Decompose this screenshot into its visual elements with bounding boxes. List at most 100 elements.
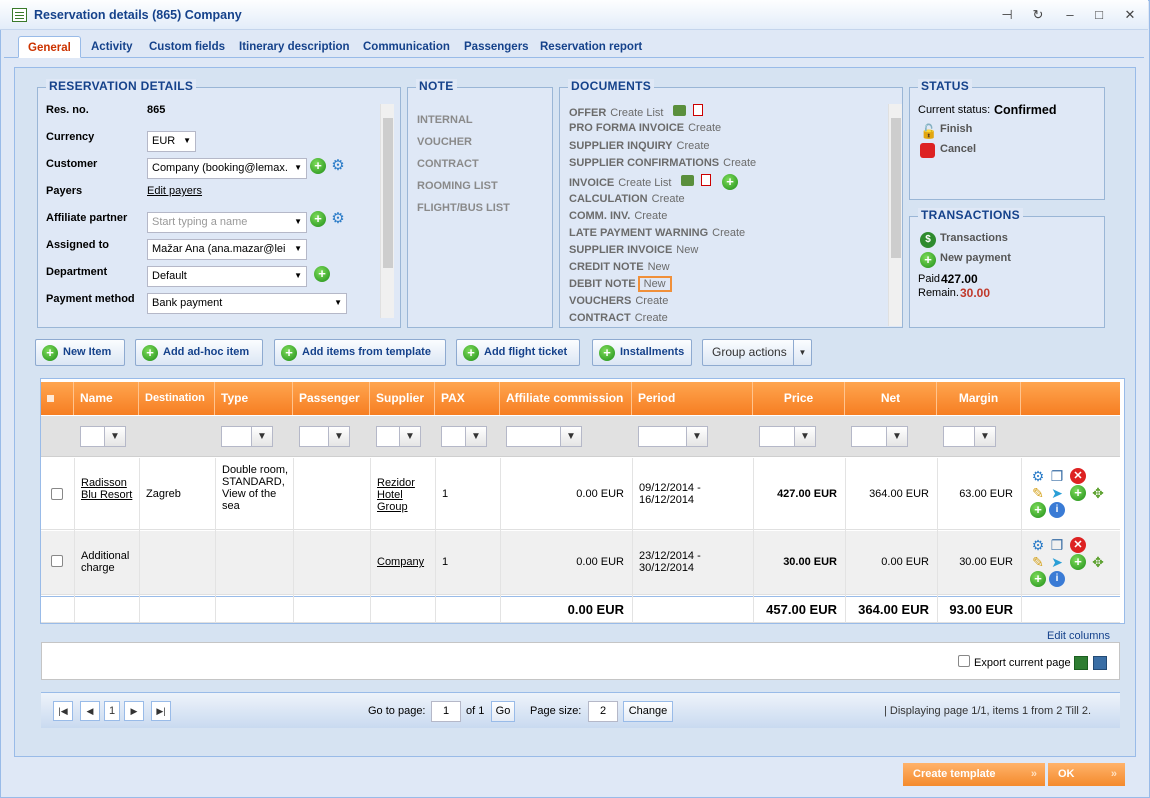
filter-margin-input[interactable] <box>943 426 975 447</box>
filter-price-input[interactable] <box>759 426 795 447</box>
col-margin[interactable]: Margin <box>937 382 1021 415</box>
doc-supplier-confirmations[interactable]: SUPPLIER CONFIRMATIONS Create <box>569 157 756 169</box>
filter-icon[interactable]: ▼ <box>974 426 996 447</box>
transactions-link[interactable]: Transactions <box>940 232 1008 244</box>
department-select[interactable]: Default ▼ <box>147 266 307 287</box>
filter-icon[interactable]: ▼ <box>686 426 708 447</box>
filter-pax-input[interactable] <box>441 426 466 447</box>
note-flight-bus-list[interactable]: FLIGHT/BUS LIST <box>417 202 510 214</box>
filter-icon[interactable]: ▼ <box>560 426 582 447</box>
edit-note-icon[interactable]: ✎ <box>1030 485 1046 501</box>
filter-name-input[interactable] <box>80 426 105 447</box>
currency-select[interactable]: EUR ▼ <box>147 131 196 152</box>
filter-net-input[interactable] <box>851 426 887 447</box>
pdf-icon[interactable] <box>700 174 711 186</box>
go-button[interactable]: Go <box>491 701 515 722</box>
filter-icon[interactable]: ▼ <box>328 426 350 447</box>
print-icon[interactable] <box>680 175 694 186</box>
item-supplier-link[interactable]: Rezidor Hotel Group <box>377 477 427 513</box>
tab-itinerary-description[interactable]: Itinerary description <box>230 36 359 58</box>
pdf-icon[interactable] <box>692 104 703 116</box>
copy-icon[interactable]: ❐ <box>1049 468 1065 484</box>
tab-general[interactable]: General <box>18 36 81 58</box>
forward-icon[interactable]: ➤ <box>1049 485 1065 501</box>
note-voucher[interactable]: VOUCHER <box>417 136 472 148</box>
col-name[interactable]: Name <box>74 382 139 415</box>
add-flight-ticket-button[interactable]: + Add flight ticket <box>456 339 580 366</box>
doc-late-payment-warning[interactable]: LATE PAYMENT WARNING Create <box>569 227 745 239</box>
last-page-button[interactable]: ▶| <box>151 701 171 721</box>
select-all-header[interactable] <box>41 382 74 415</box>
customer-select[interactable]: Company (booking@lemax. ▼ <box>147 158 307 179</box>
edit-payers-link[interactable]: Edit payers <box>147 185 202 197</box>
pin-icon[interactable]: ⊣ <box>999 7 1015 23</box>
item-supplier-link[interactable]: Company <box>377 556 424 568</box>
ok-button[interactable]: OK» <box>1048 763 1125 786</box>
goto-page-input[interactable]: 1 <box>431 701 461 722</box>
col-passenger[interactable]: Passenger <box>293 382 370 415</box>
move-icon[interactable]: ✥ <box>1090 485 1106 501</box>
close-icon[interactable]: ✕ <box>1122 7 1138 23</box>
add-service-icon[interactable]: + <box>1030 502 1046 518</box>
col-price[interactable]: Price <box>753 382 845 415</box>
first-page-button[interactable]: |◀ <box>53 701 73 721</box>
debit-note-new-link[interactable]: New <box>637 276 672 292</box>
tab-activity[interactable]: Activity <box>82 36 142 58</box>
add-subitem-icon[interactable]: + <box>1070 554 1086 570</box>
doc-invoice[interactable]: INVOICE Create List <box>569 174 711 189</box>
row-checkbox[interactable] <box>51 488 63 500</box>
copy-icon[interactable]: ❐ <box>1049 537 1065 553</box>
filter-period-input[interactable] <box>638 426 687 447</box>
affiliate-settings-gear-icon[interactable]: ⚙ <box>330 211 346 227</box>
note-internal[interactable]: INTERNAL <box>417 114 473 126</box>
assigned-select[interactable]: Mažar Ana (ana.mazar@lei ▼ <box>147 239 307 260</box>
filter-type-input[interactable] <box>221 426 252 447</box>
col-pax[interactable]: PAX <box>435 382 500 415</box>
payment-method-select[interactable]: Bank payment ▼ <box>147 293 347 314</box>
maximize-icon[interactable]: □ <box>1091 7 1107 23</box>
move-icon[interactable]: ✥ <box>1090 554 1106 570</box>
doc-calculation[interactable]: CALCULATION Create <box>569 193 685 205</box>
filter-icon[interactable]: ▼ <box>104 426 126 447</box>
doc-debit-note[interactable]: DEBIT NOTE New <box>569 276 672 292</box>
create-template-button[interactable]: Create template» <box>903 763 1045 786</box>
minimize-icon[interactable]: – <box>1062 7 1078 23</box>
tab-custom-fields[interactable]: Custom fields <box>140 36 234 58</box>
installments-button[interactable]: + Installments <box>592 339 692 366</box>
group-actions-button[interactable]: Group actions ▼ <box>702 339 812 366</box>
print-icon[interactable] <box>672 105 686 116</box>
documents-scrollbar[interactable] <box>888 104 902 326</box>
row-checkbox[interactable] <box>51 555 63 567</box>
doc-supplier-inquiry[interactable]: SUPPLIER INQUIRY Create <box>569 140 710 152</box>
add-subitem-icon[interactable]: + <box>1070 485 1086 501</box>
csv-export-icon[interactable] <box>1093 656 1107 670</box>
col-type[interactable]: Type <box>215 382 293 415</box>
tab-passengers[interactable]: Passengers <box>455 36 538 58</box>
note-rooming-list[interactable]: ROOMING LIST <box>417 180 498 192</box>
col-supplier[interactable]: Supplier <box>370 382 435 415</box>
filter-icon[interactable]: ▼ <box>465 426 487 447</box>
filter-commission-input[interactable] <box>506 426 561 447</box>
add-customer-icon[interactable]: + <box>310 158 326 174</box>
col-destination[interactable]: Destination <box>139 382 215 415</box>
edit-note-icon[interactable]: ✎ <box>1030 554 1046 570</box>
filter-icon[interactable]: ▼ <box>886 426 908 447</box>
doc-offer[interactable]: OFFER Create List <box>569 104 703 119</box>
refresh-icon[interactable]: ↻ <box>1030 7 1046 23</box>
col-affiliate-commission[interactable]: Affiliate commission <box>500 382 632 415</box>
delete-icon[interactable]: ✕ <box>1070 468 1086 484</box>
col-period[interactable]: Period <box>632 382 753 415</box>
filter-icon[interactable]: ▼ <box>399 426 421 447</box>
add-affiliate-icon[interactable]: + <box>310 211 326 227</box>
add-items-from-template-button[interactable]: + Add items from template <box>274 339 446 366</box>
add-invoice-icon[interactable]: + <box>722 174 738 190</box>
finish-link[interactable]: Finish <box>940 123 972 135</box>
note-contract[interactable]: CONTRACT <box>417 158 479 170</box>
edit-columns-link[interactable]: Edit columns <box>1047 630 1110 642</box>
doc-vouchers[interactable]: VOUCHERS Create <box>569 295 668 307</box>
filter-icon[interactable]: ▼ <box>794 426 816 447</box>
reservation-scrollbar[interactable] <box>380 104 394 318</box>
tab-communication[interactable]: Communication <box>354 36 459 58</box>
doc-credit-note[interactable]: CREDIT NOTE New <box>569 261 670 273</box>
page-number[interactable]: 1 <box>104 701 120 721</box>
